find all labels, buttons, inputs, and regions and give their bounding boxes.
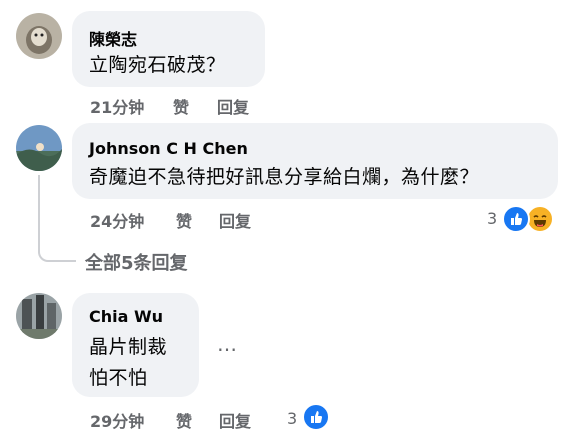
comment-author[interactable]: Johnson C H Chen: [89, 139, 248, 158]
comment-time[interactable]: 24分钟: [90, 208, 144, 232]
comment-author[interactable]: Chia Wu: [89, 307, 163, 326]
like-reaction-icon[interactable]: [302, 403, 330, 431]
reply-button[interactable]: 回复: [219, 208, 251, 232]
avatar[interactable]: [16, 13, 62, 59]
haha-reaction-icon[interactable]: [526, 205, 554, 233]
like-reaction-icon[interactable]: [502, 205, 530, 233]
avatar[interactable]: [16, 293, 62, 339]
comment-author[interactable]: 陳榮志: [89, 26, 137, 50]
more-options-icon[interactable]: …: [217, 332, 238, 356]
comment-text-line: 晶片制裁: [89, 336, 168, 358]
view-all-replies-link[interactable]: 全部5条回复: [85, 249, 188, 275]
reply-button[interactable]: 回复: [217, 94, 249, 118]
like-button[interactable]: 赞: [176, 408, 192, 432]
like-button[interactable]: 赞: [176, 208, 192, 232]
reply-button[interactable]: 回复: [219, 408, 251, 432]
comment-time[interactable]: 21分钟: [90, 94, 144, 118]
comment-time[interactable]: 29分钟: [90, 408, 144, 432]
comment-text: 立陶宛石破茂？: [89, 54, 226, 76]
comment-text-line: 怕不怕: [89, 367, 148, 389]
reaction-count[interactable]: 3: [287, 409, 297, 428]
avatar[interactable]: [16, 125, 62, 171]
comment-text: 奇魔迫不急待把好訊息分享給白爛，為什麼？: [89, 166, 480, 188]
like-button[interactable]: 赞: [173, 94, 189, 118]
reaction-count[interactable]: 3: [487, 209, 497, 228]
thread-connector: [38, 175, 76, 262]
